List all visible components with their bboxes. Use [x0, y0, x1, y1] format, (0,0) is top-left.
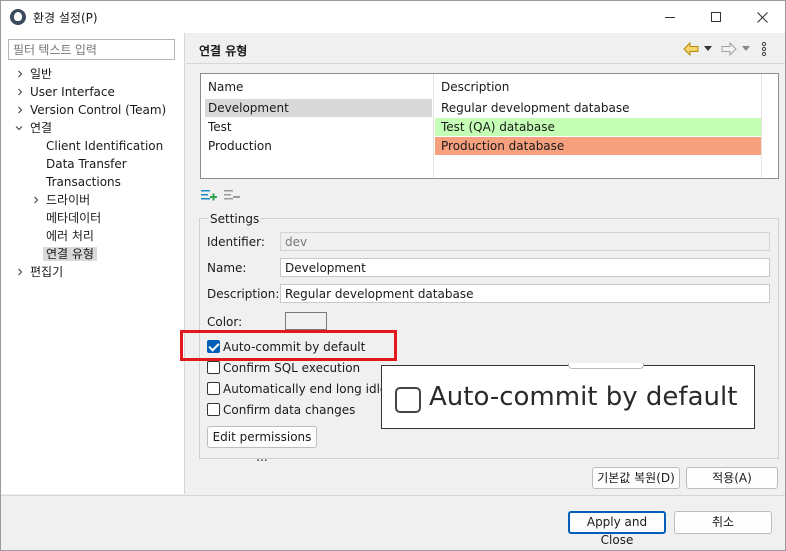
maximize-button[interactable]	[693, 1, 739, 33]
remove-row-icon[interactable]	[224, 188, 240, 202]
tree-item-user-interface[interactable]: User Interface	[14, 83, 115, 101]
header-divider	[186, 63, 785, 64]
table-row-name[interactable]: Development	[205, 99, 432, 117]
tree-item-label: 에러 처리	[46, 229, 94, 243]
tree-item-editors[interactable]: 편집기	[14, 263, 63, 281]
column-divider	[433, 74, 434, 178]
tree-item-label: 연결	[30, 121, 53, 135]
connection-types-table: Name Description Development Regular dev…	[200, 73, 779, 179]
apply-and-close-button[interactable]: Apply and Close	[568, 511, 666, 547]
column-header-description[interactable]: Description	[441, 80, 509, 94]
maximize-icon	[711, 12, 721, 22]
checkbox-label: Confirm SQL execution	[223, 361, 361, 375]
forward-arrow-icon[interactable]	[721, 42, 737, 56]
callout-edge	[568, 363, 644, 369]
tree-item-general[interactable]: 일반	[14, 65, 52, 83]
column-divider	[761, 74, 762, 178]
table-row-name[interactable]: Test	[208, 118, 432, 136]
minimize-icon	[665, 16, 675, 18]
zoomed-checkbox-icon	[395, 387, 421, 413]
identifier-label: Identifier:	[207, 235, 265, 249]
edit-permissions-button[interactable]: Edit permissions ...	[207, 426, 317, 464]
identifier-field: dev	[280, 232, 770, 251]
dropdown-icon[interactable]	[704, 46, 712, 52]
tree-item-label: 일반	[30, 67, 53, 81]
chevron-right-icon[interactable]	[16, 106, 24, 114]
restore-defaults-button[interactable]: 기본값 복원(D)	[592, 467, 680, 489]
tree-item-connections[interactable]: 연결	[14, 119, 52, 137]
checkbox-label: Confirm data changes	[223, 403, 356, 417]
highlight-annotation	[180, 330, 397, 361]
add-row-icon[interactable]	[201, 188, 217, 202]
chevron-right-icon[interactable]	[16, 70, 24, 78]
tree-item-drivers[interactable]: 드라이버	[30, 191, 90, 209]
tree-item-label: User Interface	[30, 85, 115, 99]
back-arrow-icon[interactable]	[683, 42, 699, 56]
chevron-right-icon[interactable]	[32, 196, 40, 204]
table-row-description[interactable]: Production database	[435, 137, 761, 155]
table-row-name[interactable]: Production	[208, 137, 432, 155]
column-header-name[interactable]: Name	[208, 80, 243, 94]
tree-item-connection-types[interactable]: 연결 유형	[43, 245, 97, 263]
tree-item-label: 편집기	[30, 265, 64, 279]
tree-item-label: 메타데이터	[46, 211, 102, 225]
color-picker-button[interactable]	[285, 312, 327, 330]
description-label: Description:	[207, 287, 280, 301]
table-row-description[interactable]: Regular development database	[441, 99, 761, 117]
checkbox-label: Automatically end long idle t	[223, 382, 396, 396]
chevron-right-icon[interactable]	[16, 88, 24, 96]
checkbox-icon[interactable]	[207, 403, 220, 416]
name-field[interactable]: Development	[280, 258, 770, 277]
tree-item-metadata[interactable]: 메타데이터	[46, 209, 101, 227]
window-title: 환경 설정(P)	[33, 11, 98, 25]
zoomed-checkbox-label: Auto-commit by default	[429, 382, 738, 412]
tree-item-version-control[interactable]: Version Control (Team)	[14, 101, 166, 119]
color-label: Color:	[207, 315, 243, 329]
tree-item-label: Version Control (Team)	[30, 103, 167, 117]
close-icon	[756, 11, 768, 23]
tree-item-label: 드라이버	[46, 193, 91, 207]
auto-end-idle-checkbox[interactable]: Automatically end long idle t	[207, 381, 396, 397]
tree-item-client-identification[interactable]: Client Identification	[46, 137, 163, 155]
confirm-sql-checkbox[interactable]: Confirm SQL execution	[207, 360, 360, 376]
dbeaver-app-icon	[10, 9, 26, 25]
title-bar: 환경 설정(P)	[1, 1, 785, 33]
dropdown-icon[interactable]	[742, 46, 750, 52]
tree-item-label: Data Transfer	[46, 157, 127, 171]
checkbox-icon[interactable]	[207, 361, 220, 374]
tree-item-label: Client Identification	[46, 139, 164, 153]
name-label: Name:	[207, 261, 247, 275]
chevron-right-icon[interactable]	[16, 268, 24, 276]
filter-input[interactable]	[8, 39, 175, 60]
tree-item-error-handling[interactable]: 에러 처리	[46, 227, 94, 245]
tree-item-label: Transactions	[46, 175, 121, 189]
close-button[interactable]	[739, 1, 785, 33]
description-field[interactable]: Regular development database	[280, 284, 770, 303]
tree-item-label: 연결 유형	[43, 247, 97, 261]
checkbox-icon[interactable]	[207, 382, 220, 395]
dialog-footer: Apply and Close 취소	[1, 495, 785, 550]
cancel-button[interactable]: 취소	[674, 511, 772, 534]
minimize-button[interactable]	[647, 1, 693, 33]
table-toolbar	[200, 187, 244, 203]
page-navigation	[683, 41, 773, 59]
more-vertical-icon[interactable]	[761, 41, 767, 57]
tree-item-transactions[interactable]: Transactions	[46, 173, 121, 191]
preferences-window: 환경 설정(P) 일반 User Interface Version Contr…	[0, 0, 786, 551]
settings-legend: Settings	[208, 212, 262, 226]
zoom-callout: Auto-commit by default	[381, 363, 755, 429]
preferences-nav-panel: 일반 User Interface Version Control (Team)…	[1, 33, 185, 494]
table-row-description[interactable]: Test (QA) database	[435, 118, 761, 136]
chevron-down-icon[interactable]	[15, 124, 23, 132]
confirm-data-changes-checkbox[interactable]: Confirm data changes	[207, 402, 355, 418]
page-title: 연결 유형	[199, 44, 248, 58]
tree-item-data-transfer[interactable]: Data Transfer	[46, 155, 127, 173]
apply-button[interactable]: 적용(A)	[686, 467, 778, 489]
